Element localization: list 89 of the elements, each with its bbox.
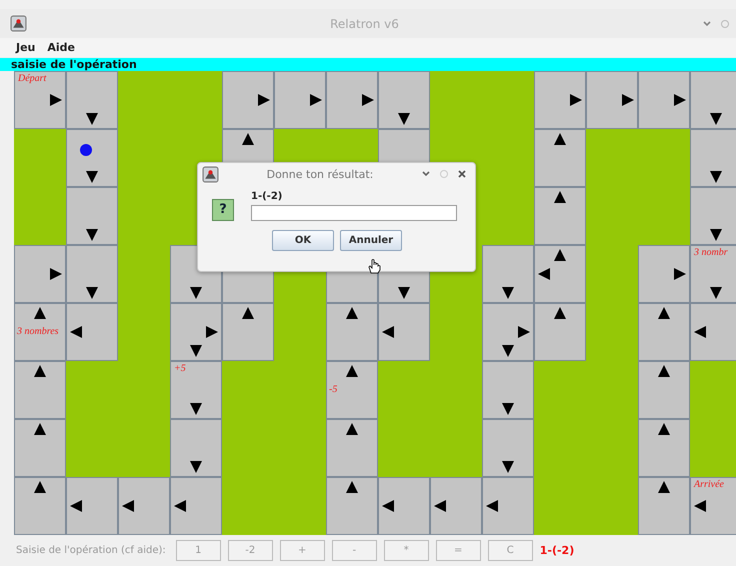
arrow-icon [502, 403, 514, 415]
arrow-icon [658, 365, 670, 377]
arrow-icon [122, 500, 134, 512]
arrow-icon [570, 94, 582, 106]
dialog-prompt: 1-(-2) [251, 191, 284, 202]
arrow-icon [34, 481, 46, 493]
maximize-icon[interactable] [720, 18, 730, 28]
arrow-icon [694, 500, 706, 512]
arrow-icon [346, 423, 358, 435]
window-title: Relatron v6 [329, 16, 400, 30]
operation-key[interactable]: = [436, 540, 481, 561]
app-icon [10, 15, 27, 32]
arrow-icon [34, 307, 46, 319]
arrow-icon [486, 500, 498, 512]
input-label: Saisie de l'opération (cf aide): [16, 545, 166, 556]
arrow-icon [538, 268, 550, 280]
answer-field[interactable] [251, 205, 457, 221]
tile-label: +5 [174, 363, 186, 374]
arrow-icon [710, 229, 722, 241]
operation-key[interactable]: C [488, 540, 533, 561]
arrow-icon [190, 461, 202, 473]
arrow-icon [554, 133, 566, 145]
arrow-icon [434, 500, 446, 512]
arrow-icon [622, 94, 634, 106]
arrow-icon [398, 113, 410, 125]
dialog-button[interactable]: Annuler [340, 230, 402, 251]
tile-label: Arrivée [694, 479, 724, 490]
arrow-icon [554, 249, 566, 261]
minimize-chevron-icon[interactable] [702, 18, 712, 28]
question-icon: ? [212, 199, 234, 221]
arrow-icon [398, 287, 410, 299]
arrow-icon [258, 94, 270, 106]
operation-key[interactable]: * [384, 540, 429, 561]
arrow-icon [70, 326, 82, 338]
arrow-icon [86, 113, 98, 125]
arrow-icon [710, 171, 722, 183]
arrow-icon [346, 365, 358, 377]
arrow-icon [502, 287, 514, 299]
operation-key[interactable]: - [332, 540, 377, 561]
arrow-icon [658, 481, 670, 493]
arrow-icon [658, 423, 670, 435]
arrow-icon [710, 113, 722, 125]
arrow-icon [34, 365, 46, 377]
tile-label: 3 nombres [17, 326, 59, 337]
menu-item[interactable]: Aide [47, 41, 76, 54]
arrow-icon [86, 287, 98, 299]
arrow-icon [658, 307, 670, 319]
operation-key[interactable]: -2 [228, 540, 273, 561]
arrow-icon [190, 403, 202, 415]
arrow-icon [362, 94, 374, 106]
arrow-icon [190, 287, 202, 299]
arrow-icon [346, 481, 358, 493]
tile-label: 3 nombr [694, 247, 728, 258]
minimize-chevron-icon[interactable] [421, 169, 431, 179]
arrow-icon [242, 307, 254, 319]
arrow-icon [310, 94, 322, 106]
arrow-icon [382, 500, 394, 512]
operation-key[interactable]: 1 [176, 540, 221, 561]
arrow-icon [674, 268, 686, 280]
arrow-icon [710, 287, 722, 299]
operation-key[interactable]: + [280, 540, 325, 561]
dialog-title: Donne ton résultat: [266, 168, 374, 180]
arrow-icon [518, 326, 530, 338]
arrow-icon [70, 500, 82, 512]
dialog-button[interactable]: OK [272, 230, 334, 251]
menu-item[interactable]: Jeu [16, 41, 36, 54]
arrow-icon [86, 229, 98, 241]
arrow-icon [502, 461, 514, 473]
arrow-icon [174, 500, 186, 512]
arrow-icon [242, 133, 254, 145]
arrow-icon [674, 94, 686, 106]
arrow-icon [554, 307, 566, 319]
arrow-icon [346, 307, 358, 319]
tile-label: Départ [18, 73, 46, 84]
arrow-icon [502, 345, 514, 357]
arrow-icon [34, 423, 46, 435]
arrow-icon [382, 326, 394, 338]
arrow-icon [694, 326, 706, 338]
arrow-icon [50, 94, 62, 106]
arrow-icon [50, 268, 62, 280]
app-icon [202, 166, 219, 182]
status-banner: saisie de l'opération [0, 58, 736, 71]
arrow-icon [86, 171, 98, 183]
expression-text: 1-(-2) [540, 544, 574, 557]
arrow-icon [554, 191, 566, 203]
arrow-icon [190, 345, 202, 357]
close-icon[interactable] [457, 169, 467, 179]
tile-label: -5 [329, 384, 338, 395]
arrow-icon [206, 326, 218, 338]
